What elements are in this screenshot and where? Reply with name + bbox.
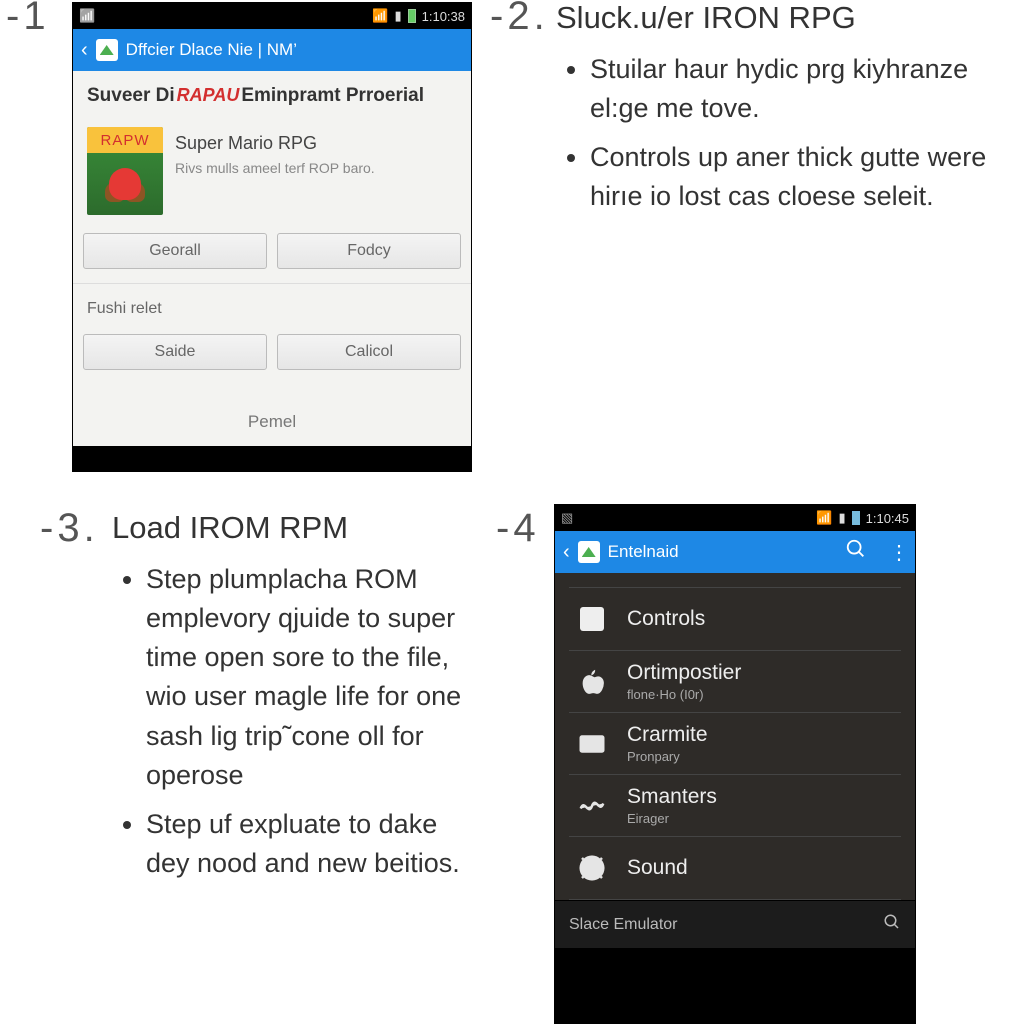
- brand-logo-text: RAPAU: [177, 85, 240, 106]
- signal-icon: ▮: [394, 8, 401, 24]
- step2-bullet-2: Controls up aner thick gutte were hirıe …: [590, 138, 1006, 216]
- gear-icon: [575, 851, 609, 885]
- search-icon: [883, 913, 901, 936]
- settings-item-sub: Pronpary: [627, 749, 708, 764]
- wifi-icon: 📶: [372, 8, 388, 24]
- notification-icon: ▧: [561, 510, 573, 526]
- footer-label: Pemel: [73, 384, 471, 446]
- wave-icon: [575, 789, 609, 823]
- statusbar-clock: 1:10:38: [422, 9, 465, 24]
- settings-item-smanters[interactable]: Smanters Eirager: [569, 775, 901, 837]
- android-status-bar: 📶 📶 ▮ 1:10:38: [73, 3, 471, 29]
- square-icon: [575, 602, 609, 636]
- back-icon[interactable]: ‹: [81, 39, 88, 62]
- settings-item-sub: Eirager: [627, 811, 717, 826]
- button-georall[interactable]: Georall: [83, 233, 267, 269]
- settings-item-crarmite[interactable]: Crarmite Pronpary: [569, 713, 901, 775]
- step-number-4: -4: [496, 506, 536, 550]
- settings-item-label: Crarmite: [627, 723, 708, 747]
- step-number-2: -2.: [490, 0, 545, 38]
- action-bar: ‹ Dffcier Dlace Nie | NM’: [73, 29, 471, 71]
- search-bar-label: Slace Emulator: [569, 916, 678, 934]
- step2-bullets: Stuilar haur hydic prg kiyhranze el:ge m…: [556, 50, 1006, 217]
- action-bar-title: Dffcier Dlace Nie | NM’: [126, 40, 463, 60]
- settings-item-ortimpostier[interactable]: Ortimpostier flone·Ho (I0r): [569, 651, 901, 713]
- phone-screenshot-1: 📶 📶 ▮ 1:10:38 ‹ Dffcier Dlace Nie | NM’ …: [72, 2, 472, 472]
- settings-item-label: Sound: [627, 856, 688, 880]
- bottom-search-bar[interactable]: Slace Emulator: [555, 900, 915, 948]
- action-bar-title-4: Entelnaid: [608, 542, 823, 562]
- step3-heading: Load IROM RPM: [112, 510, 482, 546]
- card-icon: [575, 727, 609, 761]
- wifi-icon: 📶: [816, 510, 832, 526]
- battery-icon: [408, 9, 416, 23]
- step3-bullets: Step plumplacha ROM emplevory qjuide to …: [112, 560, 482, 883]
- game-title: Super Mario RPG: [175, 133, 457, 154]
- overflow-menu-icon[interactable]: ⋮: [889, 540, 907, 565]
- settings-item-label: Ortimpostier: [627, 661, 741, 685]
- button-saide[interactable]: Saide: [83, 334, 267, 370]
- step3-bullet-2: Step uf expluate to dake dey nood and ne…: [146, 805, 482, 883]
- settings-item-label: Smanters: [627, 785, 717, 809]
- apple-icon: [575, 665, 609, 699]
- search-icon[interactable]: [845, 538, 867, 566]
- game-subtitle: Rivs mulls ameel terf ROP baro.: [175, 160, 457, 176]
- phone-screenshot-4: ▧ 📶 ▮ 1:10:45 ‹ Entelnaid ⋮ Controls: [554, 504, 916, 1024]
- step3-bullet-1: Step plumplacha ROM emplevory qjuide to …: [146, 560, 482, 795]
- step2-heading: Sluck.u/er IRON RPG: [556, 0, 1006, 36]
- back-icon[interactable]: ‹: [563, 541, 570, 564]
- battery-icon: [852, 511, 860, 525]
- step-number-3: -3.: [40, 506, 95, 550]
- action-bar-4: ‹ Entelnaid ⋮: [555, 531, 915, 573]
- android-status-bar-4: ▧ 📶 ▮ 1:10:45: [555, 505, 915, 531]
- step-number-1: -1: [6, 0, 46, 38]
- game-row: RAPW Super Mario RPG Rivs mulls ameel te…: [73, 113, 471, 233]
- statusbar-clock-4: 1:10:45: [866, 511, 909, 526]
- section-label: Fushi relet: [73, 283, 471, 334]
- button-fodcy[interactable]: Fodcy: [277, 233, 461, 269]
- settings-item-sub: flone·Ho (I0r): [627, 687, 741, 702]
- settings-item-label: Controls: [627, 607, 705, 631]
- signal-icon: ▮: [838, 510, 845, 526]
- dialog-title: Suveer DiRAPAUEminpramt Prroerial: [73, 71, 471, 113]
- app-logo-icon: [578, 541, 600, 563]
- notification-icon: 📶: [79, 8, 95, 24]
- app-logo-icon: [96, 39, 118, 61]
- step2-bullet-1: Stuilar haur hydic prg kiyhranze el:ge m…: [590, 50, 1006, 128]
- button-calicol[interactable]: Calicol: [277, 334, 461, 370]
- settings-item-controls[interactable]: Controls: [569, 587, 901, 651]
- game-cover-art: RAPW: [87, 127, 163, 215]
- settings-list: Controls Ortimpostier flone·Ho (I0r) Cra…: [555, 573, 915, 900]
- settings-item-sound[interactable]: Sound: [569, 837, 901, 900]
